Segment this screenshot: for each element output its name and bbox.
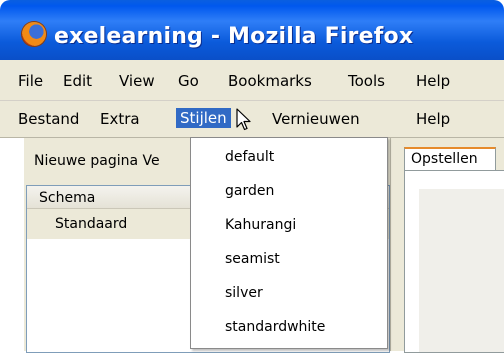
- app-menu-stijlen[interactable]: Stijlen: [176, 108, 231, 128]
- app-menu-bestand[interactable]: Bestand: [18, 110, 79, 128]
- menu-go[interactable]: Go: [178, 72, 199, 90]
- style-item-silver[interactable]: silver: [225, 285, 263, 301]
- tab-panel: [404, 170, 504, 353]
- browser-menubar: File Edit View Go Bookmarks Tools Help: [0, 60, 504, 101]
- app-menu-vernieuwen[interactable]: Vernieuwen: [272, 110, 360, 128]
- tab-opstellen-label: Opstellen: [411, 151, 478, 167]
- mouse-pointer-icon: [236, 108, 251, 131]
- tab-content-area: [419, 189, 504, 352]
- style-item-garden[interactable]: garden: [225, 183, 274, 199]
- app-menu-extra[interactable]: Extra: [100, 110, 140, 128]
- window-titlebar: exelearning - Mozilla Firefox: [0, 0, 504, 60]
- app-menu-help[interactable]: Help: [416, 110, 450, 128]
- new-page-toolbar-text[interactable]: Nieuwe pagina Ve: [34, 153, 160, 169]
- outline-title: Schema: [39, 190, 96, 206]
- style-item-default[interactable]: default: [225, 149, 274, 165]
- menu-file[interactable]: File: [18, 72, 43, 90]
- app-menubar: Bestand Extra Stijlen Vernieuwen Help: [0, 101, 504, 138]
- styles-dropdown-menu: default garden Kahurangi seamist silver …: [190, 137, 388, 349]
- menu-bookmarks[interactable]: Bookmarks: [228, 72, 312, 90]
- style-item-seamist[interactable]: seamist: [225, 251, 280, 267]
- menu-view[interactable]: View: [119, 72, 155, 90]
- firefox-logo-icon: [22, 22, 46, 46]
- window-title: exelearning - Mozilla Firefox: [54, 24, 414, 49]
- style-item-standardwhite[interactable]: standardwhite: [225, 319, 325, 335]
- tab-opstellen[interactable]: Opstellen: [404, 147, 496, 171]
- menu-edit[interactable]: Edit: [63, 72, 92, 90]
- menu-help[interactable]: Help: [416, 72, 450, 90]
- outline-row-label: Standaard: [55, 216, 128, 232]
- menu-tools[interactable]: Tools: [348, 72, 385, 90]
- style-item-kahurangi[interactable]: Kahurangi: [225, 217, 296, 233]
